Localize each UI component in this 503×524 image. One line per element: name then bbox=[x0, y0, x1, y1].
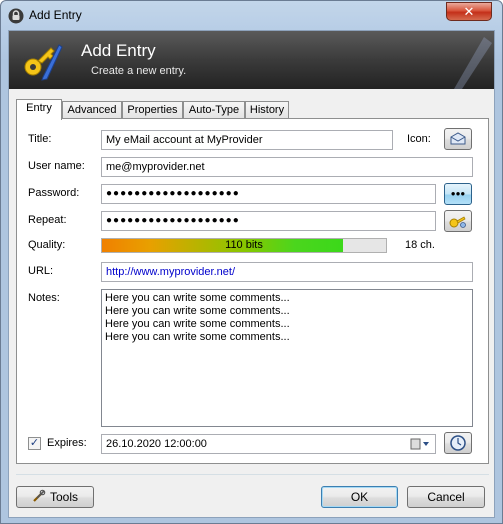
key-generator-icon bbox=[449, 216, 466, 228]
expiry-presets-button[interactable] bbox=[444, 432, 472, 454]
quality-bits-text: 110 bits bbox=[225, 239, 263, 251]
tools-button-label: Tools bbox=[49, 490, 78, 504]
icon-picker-button[interactable] bbox=[444, 128, 472, 150]
clock-icon bbox=[450, 435, 466, 451]
tab-advanced[interactable]: Advanced bbox=[62, 101, 122, 119]
username-label: User name: bbox=[28, 160, 85, 172]
dialog-client-area: Add Entry Create a new entry. Entry Adva… bbox=[8, 30, 495, 518]
notes-label: Notes: bbox=[28, 292, 60, 304]
expires-datetime-input[interactable]: 26.10.2020 12:00:00 bbox=[101, 434, 436, 454]
url-label: URL: bbox=[28, 265, 54, 277]
password-label: Password: bbox=[28, 187, 80, 199]
cancel-button[interactable]: Cancel bbox=[407, 486, 485, 508]
key-pencil-icon bbox=[24, 44, 63, 81]
expires-label: Expires: bbox=[47, 437, 87, 449]
calendar-dropdown-button[interactable] bbox=[407, 435, 433, 453]
quality-char-count: 18 ch. bbox=[405, 239, 435, 251]
repeat-password-input[interactable]: ●●●●●●●●●●●●●●●●●●● bbox=[101, 211, 436, 231]
tab-history[interactable]: History bbox=[245, 101, 289, 119]
close-button[interactable]: ✕ bbox=[446, 2, 492, 21]
title-input[interactable]: My eMail account at MyProvider bbox=[101, 130, 393, 150]
notes-textarea[interactable]: Here you can write some comments... Here… bbox=[101, 289, 473, 427]
notes-line: Here you can write some comments... bbox=[105, 292, 290, 304]
mail-icon bbox=[450, 132, 466, 145]
tools-button[interactable]: Tools bbox=[16, 486, 94, 508]
banner-subtitle: Create a new entry. bbox=[91, 65, 187, 77]
title-label: Title: bbox=[28, 133, 52, 145]
header-banner: Add Entry Create a new entry. bbox=[9, 31, 494, 89]
add-entry-window: Add Entry ✕ Add Entry Create a new entry… bbox=[0, 0, 503, 524]
tools-icon bbox=[33, 489, 46, 502]
quality-label: Quality: bbox=[28, 239, 66, 251]
banner-title: Add Entry bbox=[81, 41, 156, 60]
url-input[interactable]: http://www.myprovider.net/ bbox=[101, 262, 473, 282]
bottom-separator bbox=[16, 474, 489, 475]
banner-pencil-watermark-icon bbox=[454, 37, 492, 89]
password-input[interactable]: ●●●●●●●●●●●●●●●●●●● bbox=[101, 184, 436, 204]
repeat-label: Repeat: bbox=[28, 214, 67, 226]
notes-line: Here you can write some comments... bbox=[105, 305, 290, 317]
tab-auto-type[interactable]: Auto-Type bbox=[183, 101, 245, 119]
title-bar: Add Entry ✕ bbox=[1, 1, 502, 30]
notes-line: Here you can write some comments... bbox=[105, 318, 290, 330]
toggle-password-visibility-button[interactable]: ●●● bbox=[444, 183, 472, 205]
notes-line: Here you can write some comments... bbox=[105, 331, 290, 343]
calendar-dropdown-icon bbox=[410, 438, 429, 450]
icon-label: Icon: bbox=[407, 133, 431, 145]
username-input[interactable]: me@myprovider.net bbox=[101, 157, 473, 177]
expires-checkbox[interactable]: ✓ bbox=[28, 437, 41, 450]
tab-entry[interactable]: Entry bbox=[16, 99, 62, 120]
password-generator-button[interactable] bbox=[444, 210, 472, 232]
ok-button[interactable]: OK bbox=[321, 486, 398, 508]
entry-tab-panel: Title: My eMail account at MyProvider Ic… bbox=[16, 118, 489, 464]
tab-properties[interactable]: Properties bbox=[122, 101, 183, 119]
keepass-lock-icon bbox=[8, 8, 24, 24]
password-quality-bar: 110 bits bbox=[101, 238, 387, 253]
window-title: Add Entry bbox=[29, 8, 82, 22]
